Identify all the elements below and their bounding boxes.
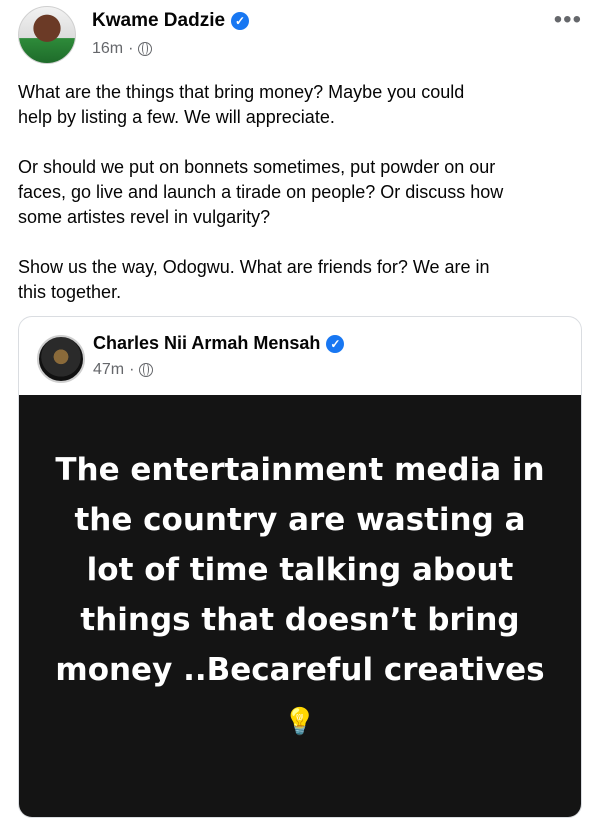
- globe-icon[interactable]: [138, 42, 153, 56]
- light-bulb-icon: 💡: [283, 706, 317, 737]
- story-text: The entertainment media in the country a…: [55, 452, 545, 689]
- author-name-row: Kwame Dadzie ✓: [92, 10, 250, 32]
- post-paragraph-3: Show us the way, Odogwu. What are friend…: [18, 257, 490, 302]
- author-name[interactable]: Kwame Dadzie: [92, 10, 225, 32]
- shared-post-meta: 47m ·: [93, 361, 154, 379]
- meta-separator: ·: [129, 361, 135, 378]
- shared-author-avatar[interactable]: [37, 335, 85, 383]
- text-story[interactable]: The entertainment media in the country a…: [19, 395, 581, 817]
- shared-author-name-row: Charles Nii Armah Mensah ✓: [93, 333, 345, 354]
- author-avatar[interactable]: [18, 6, 76, 64]
- verified-badge-icon: ✓: [231, 12, 250, 30]
- post-body: What are the things that bring money? Ma…: [18, 80, 584, 330]
- meta-separator: ·: [128, 40, 134, 57]
- shared-post-time[interactable]: 47m: [93, 361, 124, 379]
- globe-icon[interactable]: [139, 363, 154, 377]
- post-paragraph-1: What are the things that bring money? Ma…: [18, 82, 465, 127]
- post-time[interactable]: 16m: [92, 40, 123, 58]
- post-meta: 16m ·: [92, 40, 153, 58]
- post-header: Kwame Dadzie ✓ 16m · •••: [0, 0, 600, 70]
- shared-author-name[interactable]: Charles Nii Armah Mensah: [93, 333, 320, 354]
- more-options-icon[interactable]: •••: [554, 6, 582, 34]
- story-text-container: The entertainment media in the country a…: [50, 445, 550, 747]
- shared-post-card[interactable]: Charles Nii Armah Mensah ✓ 47m · The ent…: [18, 316, 582, 818]
- verified-badge-icon: ✓: [326, 334, 345, 353]
- post-paragraph-2: Or should we put on bonnets sometimes, p…: [18, 157, 504, 227]
